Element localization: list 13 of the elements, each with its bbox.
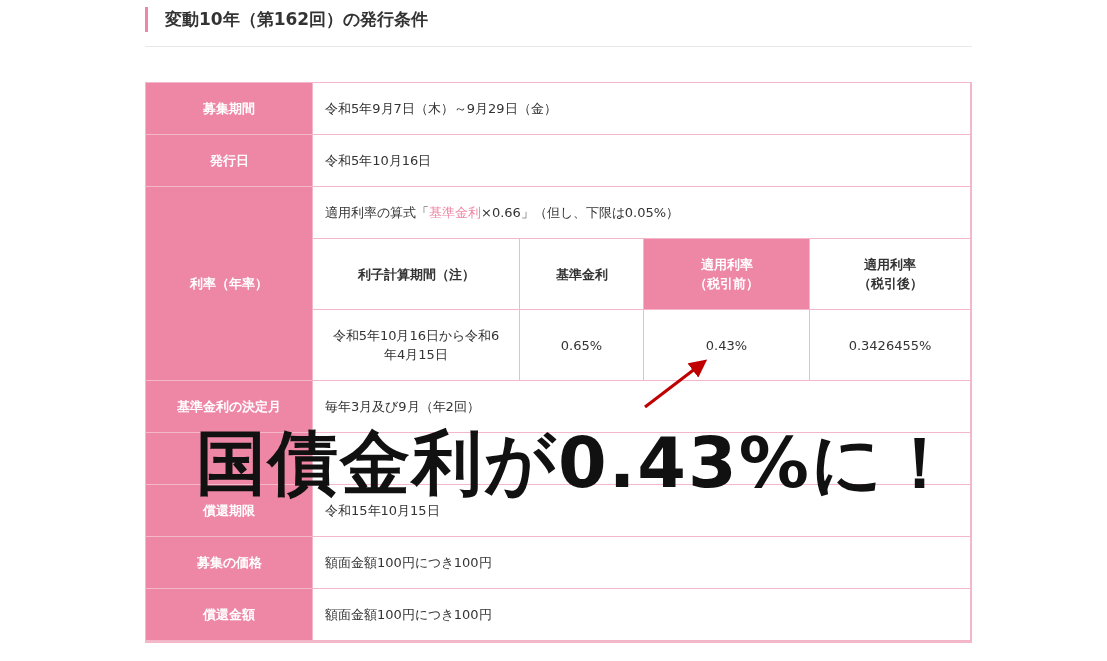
table-cell: 0.43% xyxy=(643,310,809,380)
section-title: 変動10年（第162回）の発行条件 xyxy=(145,7,972,32)
table-cell: 0.3426455% xyxy=(809,310,970,380)
column-header: 適用利率 （税引前） xyxy=(643,239,809,310)
row-value: 令和5年10月16日 xyxy=(312,135,970,187)
column-header: 適用利率 （税引後） xyxy=(809,239,970,310)
row-value: 額面金額100円につき100円 xyxy=(312,589,970,641)
table-cell-text: 令和5年10月16日から令和6年4月15日 xyxy=(331,327,501,364)
rate-link[interactable]: 基準金利 xyxy=(429,204,481,220)
column-header: 基準金利 xyxy=(519,239,643,310)
table-cell: 0.65% xyxy=(519,310,643,380)
row-value: 額面金額100円につき100円 xyxy=(312,537,970,589)
row-value: 令和5年9月7日（木）～9月29日（金） xyxy=(312,83,970,135)
